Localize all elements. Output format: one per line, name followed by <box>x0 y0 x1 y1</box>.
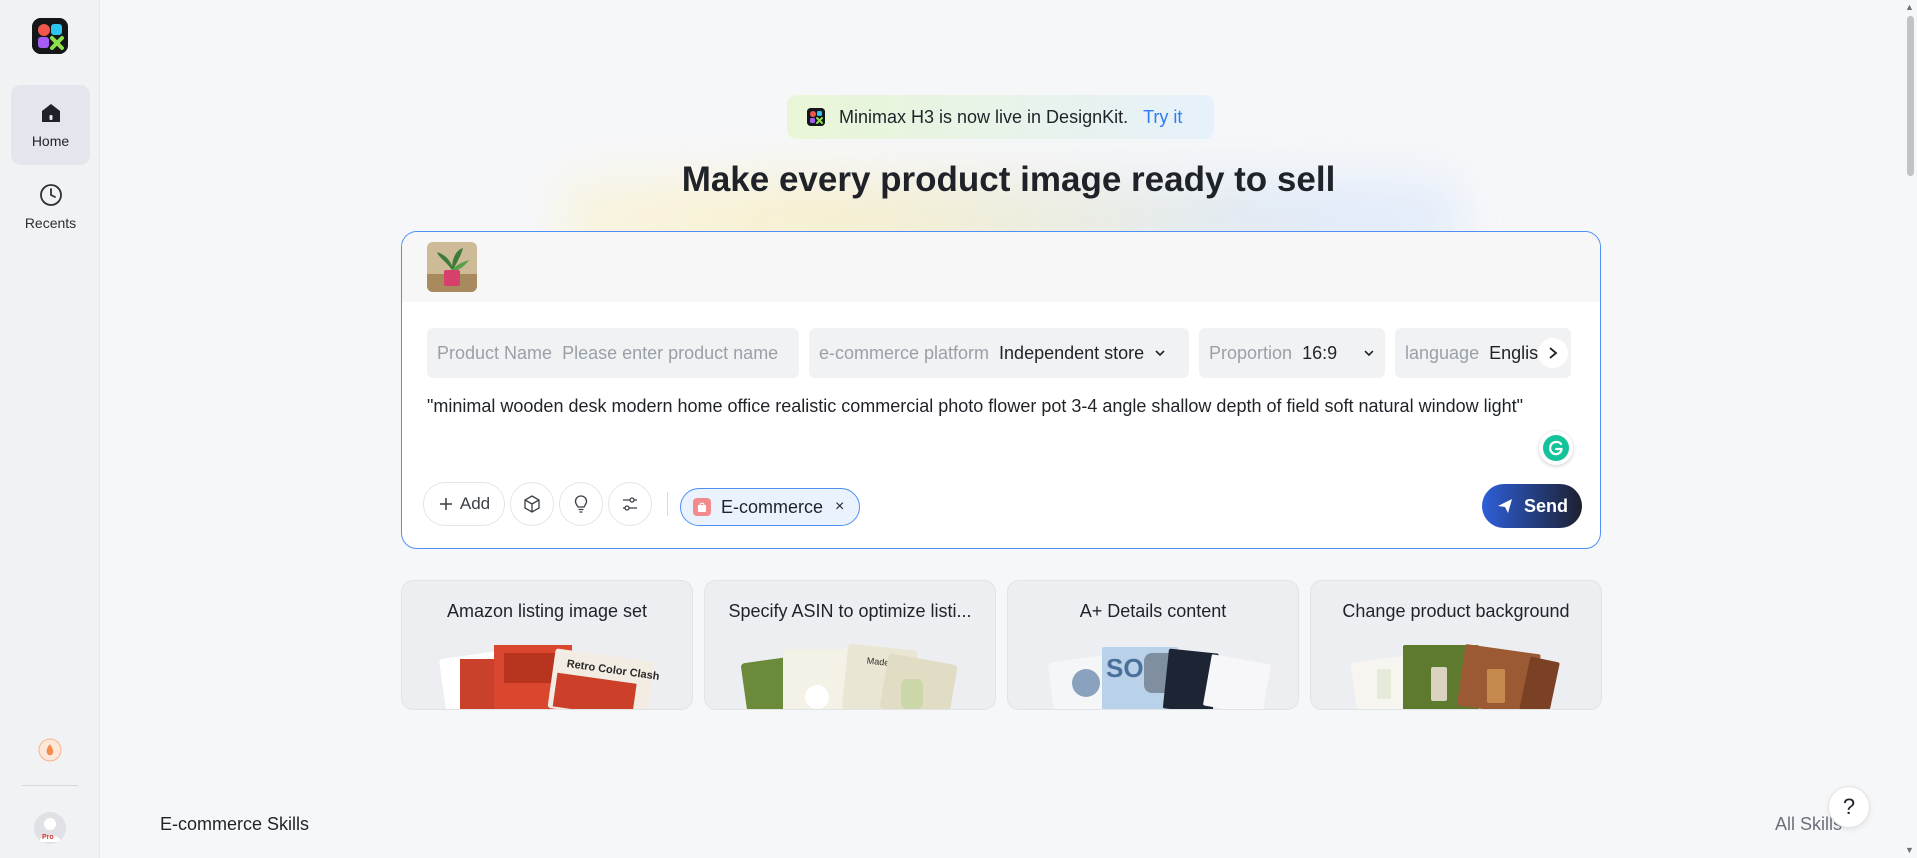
clock-icon <box>39 184 62 206</box>
skill-card-a-plus-content[interactable]: A+ Details content SO <box>1007 580 1299 710</box>
designkit-icon <box>807 108 825 126</box>
scroll-thumb[interactable] <box>1907 16 1914 176</box>
skill-card-asin-optimize[interactable]: Specify ASIN to optimize listi... Made f… <box>704 580 996 710</box>
app-logo[interactable] <box>32 18 68 54</box>
page-title-wrap: Make every product image ready to sell <box>100 160 1917 200</box>
announcement-banner: Minimax H3 is now live in DesignKit. Try… <box>787 95 1214 139</box>
card-preview-image: Made for wagging tails <box>741 643 957 709</box>
cube-icon <box>524 495 540 513</box>
add-button[interactable]: Add <box>423 482 505 526</box>
chevron-down-icon <box>1155 350 1165 357</box>
page-title: Make every product image ready to sell <box>681 160 1336 199</box>
card-title: Amazon listing image set <box>446 601 648 621</box>
platform-value: Independent store <box>999 342 1145 363</box>
card-preview-image <box>1351 644 1560 709</box>
proportion-value: 16:9 <box>1302 342 1338 363</box>
scroll-down-icon[interactable]: ▼ <box>1905 845 1914 855</box>
inspiration-button[interactable] <box>559 482 603 526</box>
language-label: language <box>1405 342 1480 363</box>
question-mark-icon: ? <box>1842 794 1856 819</box>
scrollbar[interactable]: ▲ ▼ <box>1902 0 1917 858</box>
skill-chip-ecommerce[interactable]: E-commerce × <box>680 488 860 526</box>
section-title: E-commerce Skills <box>160 814 310 834</box>
sidebar-item-label: Home <box>31 133 70 149</box>
card-overlay-text: SO <box>1106 653 1144 683</box>
product-name-input[interactable]: Please enter product name <box>562 343 778 364</box>
banner-text: Minimax H3 is now live in DesignKit. <box>839 106 1129 127</box>
try-it-link[interactable]: Try it <box>1143 107 1182 128</box>
sliders-icon <box>623 497 637 511</box>
chevron-down-icon <box>1364 350 1374 357</box>
scroll-fields-right-button[interactable] <box>1538 338 1568 368</box>
shopping-bag-icon <box>693 498 711 516</box>
card-preview-image: Retro Color Clash <box>439 645 660 709</box>
lightbulb-icon <box>574 495 588 513</box>
card-title: Specify ASIN to optimize listi... <box>728 601 972 621</box>
platform-select[interactable]: e-commerce platform Independent store <box>809 328 1189 378</box>
prompt-composer: Product Name Please enter product name e… <box>401 231 1601 549</box>
sidebar-divider <box>22 785 78 786</box>
pro-badge: Pro <box>42 834 54 841</box>
product-name-label: Product Name <box>437 342 553 363</box>
proportion-label: Proportion <box>1209 342 1293 363</box>
help-button[interactable]: ? <box>1828 786 1870 828</box>
scroll-up-icon[interactable]: ▲ <box>1905 2 1914 12</box>
sidebar-item-home[interactable]: Home <box>11 85 90 165</box>
product-name-field[interactable]: Product Name Please enter product name <box>427 328 799 378</box>
add-label: Add <box>459 494 491 513</box>
skill-card-amazon-listing[interactable]: Amazon listing image set Retro Color Cla… <box>401 580 693 710</box>
skill-card-change-background[interactable]: Change product background <box>1310 580 1602 710</box>
chip-close-icon[interactable]: × <box>835 498 844 516</box>
plus-icon <box>439 498 452 510</box>
grammarly-icon <box>1543 435 1569 461</box>
sidebar-item-label: Recents <box>24 215 77 231</box>
grammarly-button[interactable] <box>1539 431 1573 465</box>
language-value: Englis <box>1489 342 1539 363</box>
card-title: Change product background <box>1342 601 1570 621</box>
attached-product-thumbnail[interactable] <box>427 242 477 292</box>
sidebar-item-recents[interactable]: Recents <box>11 167 90 247</box>
toolbar-divider <box>667 492 668 516</box>
sidebar: Home Recents Pro <box>0 0 100 858</box>
3d-model-button[interactable] <box>510 482 554 526</box>
credits-icon[interactable] <box>38 738 62 762</box>
send-button[interactable]: Send <box>1482 484 1582 528</box>
chevron-right-icon <box>1549 347 1558 359</box>
card-preview-image: SO <box>1048 647 1271 709</box>
card-title: A+ Details content <box>1079 601 1227 621</box>
prompt-text[interactable]: "minimal wooden desk modern home office … <box>427 396 1523 417</box>
paper-plane-icon <box>1497 499 1512 513</box>
send-label: Send <box>1523 495 1568 516</box>
home-icon <box>41 104 60 122</box>
proportion-select[interactable]: Proportion 16:9 <box>1199 328 1385 378</box>
platform-label: e-commerce platform <box>819 342 990 363</box>
logo-icon <box>32 18 68 54</box>
attachment-strip <box>402 232 1600 302</box>
settings-button[interactable] <box>608 482 652 526</box>
chip-label: E-commerce <box>721 496 824 517</box>
